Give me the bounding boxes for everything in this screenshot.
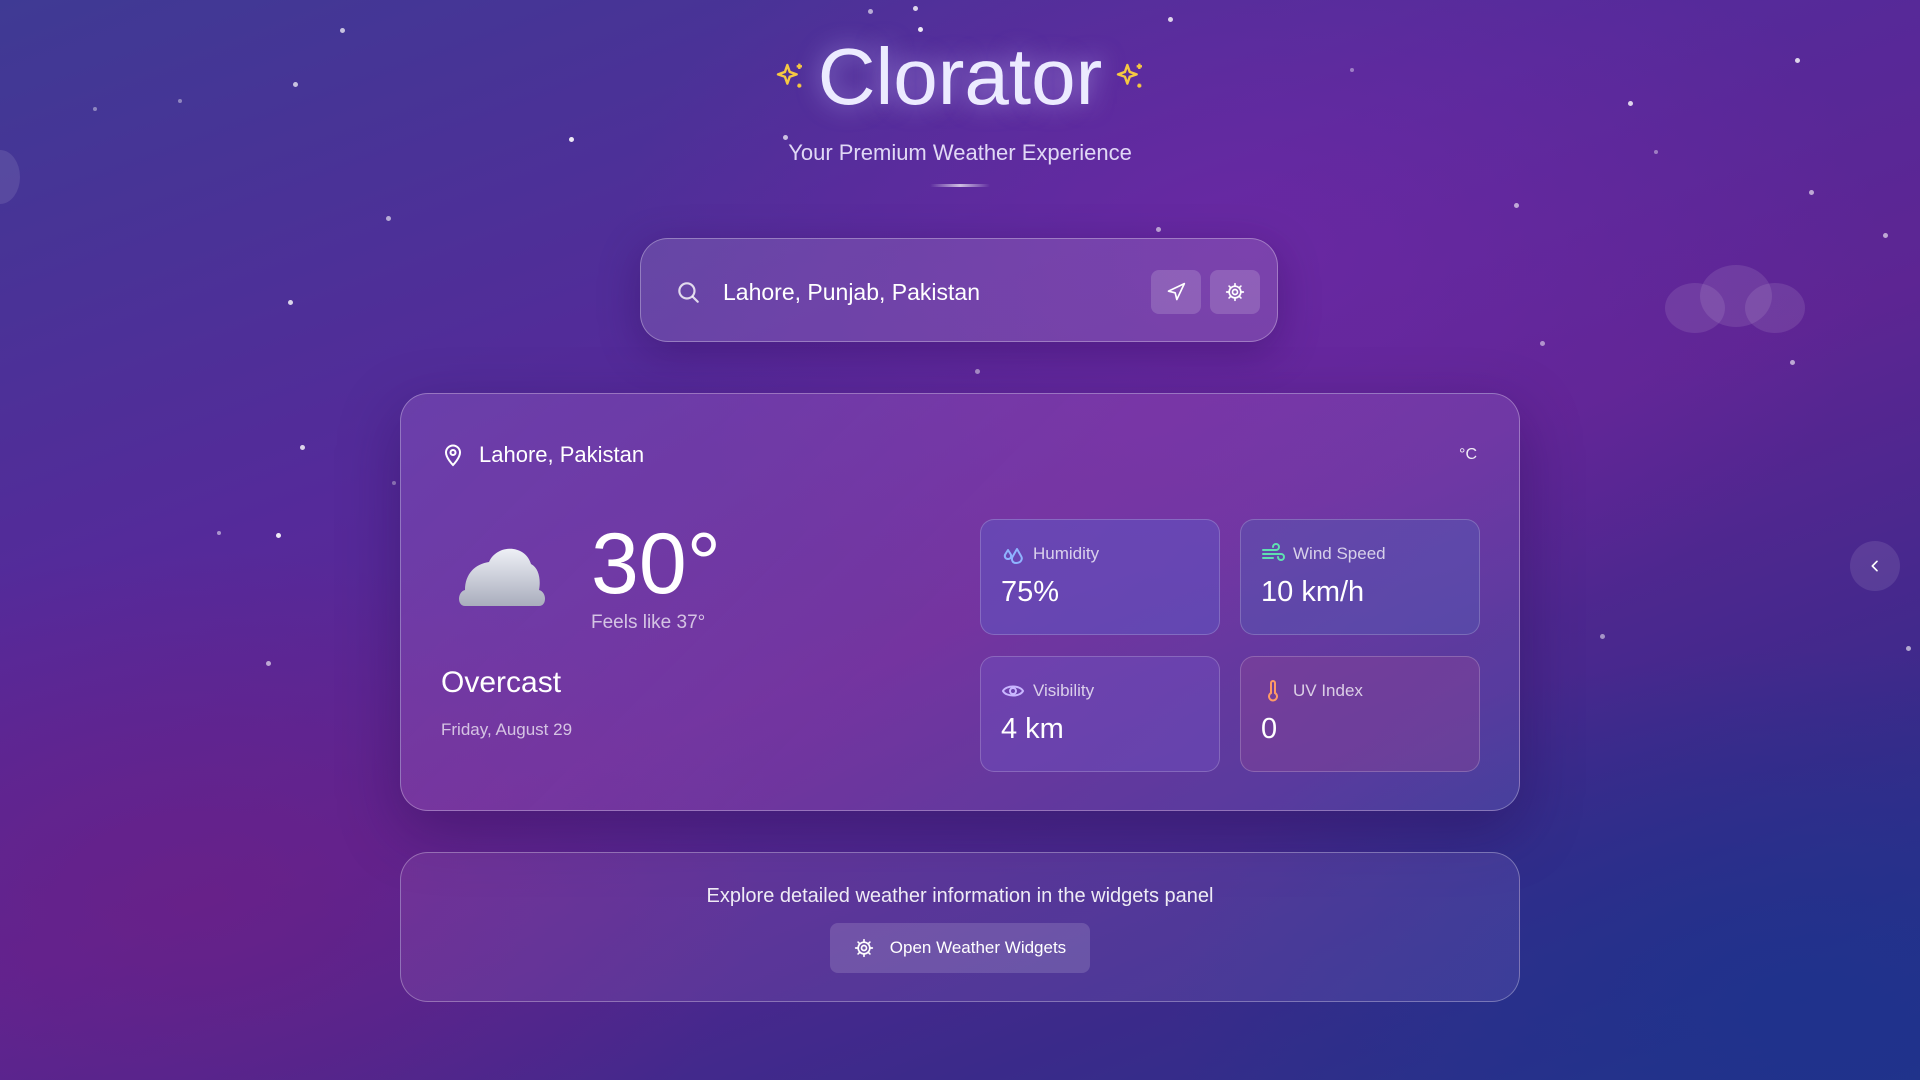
sparkle-icon	[1117, 63, 1143, 88]
feels-like: Feels like 37°	[591, 612, 706, 633]
gear-icon	[1225, 282, 1245, 302]
thermometer-icon	[1268, 680, 1278, 702]
stat-label: Humidity	[1033, 544, 1100, 563]
cloud-icon	[459, 548, 545, 606]
map-pin-icon	[444, 444, 462, 467]
navigation-icon	[1167, 282, 1186, 301]
stat-value: 4 km	[1001, 713, 1064, 745]
stat-visibility: Visibility 4 km	[980, 656, 1220, 772]
gear-icon	[854, 938, 873, 958]
app-title-text: Clorator	[817, 32, 1103, 121]
current-temperature: 30°	[591, 516, 722, 612]
stat-value: 0	[1261, 713, 1278, 745]
open-weather-widgets-label: Open Weather Widgets	[889, 938, 1067, 957]
app-subtitle: Your Premium Weather Experience	[788, 140, 1132, 165]
current-weather-card: Lahore, Pakistan °C 30° Feels like 37° O…	[400, 393, 1520, 811]
droplets-icon	[1003, 548, 1023, 564]
header-divider	[930, 184, 990, 187]
location-name: Lahore, Pakistan	[479, 442, 645, 467]
eye-icon	[1001, 685, 1025, 697]
stat-wind-speed: Wind Speed 10 km/h	[1240, 519, 1480, 635]
current-date: Friday, August 29	[441, 720, 573, 739]
header: Clorator	[0, 32, 1920, 122]
stat-label: Visibility	[1033, 681, 1095, 700]
current-location-button[interactable]	[1151, 270, 1201, 314]
widgets-panel-toggle-button[interactable]	[1850, 541, 1900, 591]
stat-value: 75%	[1001, 576, 1060, 608]
wind-icon	[1262, 543, 1285, 561]
stat-label: UV Index	[1293, 681, 1363, 700]
widgets-prompt-card: Explore detailed weather information in …	[400, 852, 1520, 1002]
unit-toggle[interactable]: °C	[1459, 446, 1477, 464]
settings-button[interactable]	[1210, 270, 1260, 314]
search-icon	[678, 282, 699, 303]
search-input[interactable]	[721, 271, 1125, 313]
chevron-left-icon	[1871, 560, 1878, 572]
location: Lahore, Pakistan	[441, 442, 644, 468]
weather-condition: Overcast	[441, 666, 562, 699]
stat-uv-index: UV Index 0	[1240, 656, 1480, 772]
widgets-prompt-text: Explore detailed weather information in …	[706, 885, 1214, 907]
stat-humidity: Humidity 75%	[980, 519, 1220, 635]
search-bar	[640, 238, 1278, 342]
stat-value: 10 km/h	[1261, 576, 1365, 608]
stat-label: Wind Speed	[1293, 544, 1386, 563]
app-title: Clorator	[774, 32, 1147, 122]
open-weather-widgets-button[interactable]: Open Weather Widgets	[830, 923, 1090, 973]
sparkle-icon	[776, 63, 802, 88]
